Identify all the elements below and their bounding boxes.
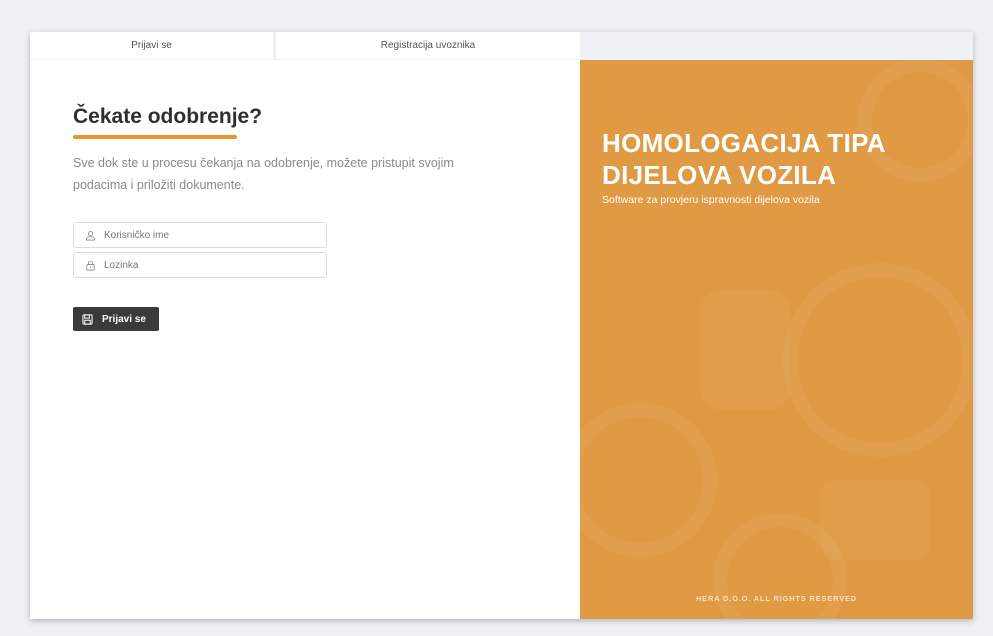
copyright-footer: HERA D.O.O. ALL RIGHTS RESERVED (695, 594, 858, 603)
password-input[interactable] (104, 259, 304, 271)
hero-subtitle: Software za provjeru ispravnosti dijelov… (602, 194, 820, 206)
tab-bar: Prijavi se Registracija uvoznika (30, 32, 580, 59)
hero-panel: HOMOLOGACIJA TIPA DIJELOVA VOZILA Softwa… (580, 60, 973, 619)
lock-icon (86, 260, 95, 270)
tab-register[interactable]: Registracija uvoznika (276, 32, 580, 59)
save-icon (82, 313, 93, 325)
tab-login[interactable]: Prijavi se (30, 32, 273, 59)
username-field[interactable] (73, 222, 327, 248)
title-underline (73, 135, 237, 139)
username-input[interactable] (104, 229, 304, 241)
tab-register-label: Registracija uvoznika (380, 40, 476, 51)
login-button-label: Prijavi se (102, 313, 146, 325)
tab-login-label: Prijavi se (131, 40, 172, 51)
login-button[interactable]: Prijavi se (73, 307, 159, 331)
login-card: Prijavi se Registracija uvoznika Čekate … (30, 32, 973, 619)
hero-title: HOMOLOGACIJA TIPA DIJELOVA VOZILA (602, 128, 885, 190)
login-panel: Čekate odobrenje? Sve dok ste u procesu … (30, 60, 580, 619)
user-icon (85, 230, 96, 240)
password-field[interactable] (73, 252, 327, 278)
login-description: Sve dok ste u procesu čekanja na odobren… (73, 156, 454, 192)
page-title: Čekate odobrenje? (73, 105, 263, 128)
tab-bar-filler (580, 32, 973, 59)
